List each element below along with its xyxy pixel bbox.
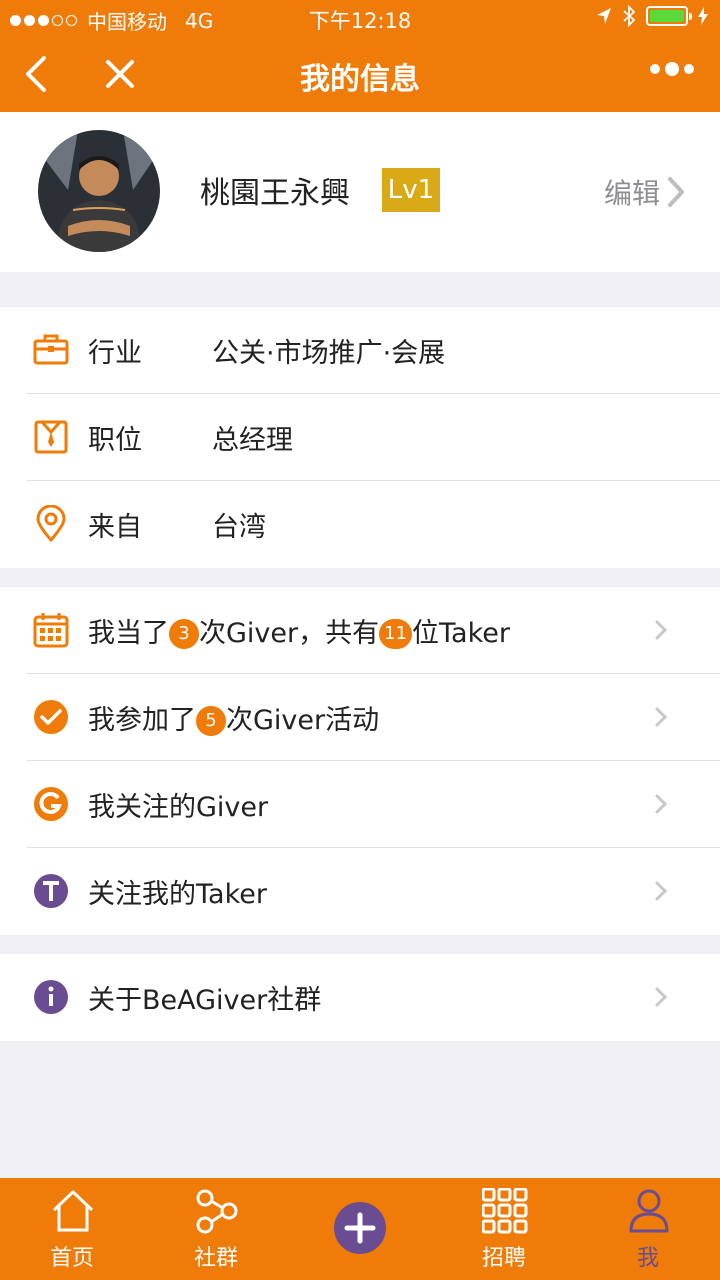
stats-list: 我当了 3 次Giver，共有 11 位Taker 我参加了 5 次Giver活动 我关注的…	[0, 587, 720, 935]
tab-jobs[interactable]: 招聘	[444, 1178, 564, 1280]
tab-label: 我	[636, 1246, 659, 1271]
followers-label: 关注我的Taker	[88, 879, 267, 910]
origin-row: 来自 台湾	[26, 481, 720, 568]
info-value: 台湾	[212, 512, 266, 543]
count-badge: 5	[196, 706, 226, 736]
share-nodes-icon	[196, 1189, 238, 1234]
profile-card: 桃園王永興 Lv1 编辑	[0, 112, 720, 272]
chevron-right-icon	[668, 177, 684, 207]
taker-t-icon	[34, 874, 68, 908]
level-badge: Lv1	[382, 168, 440, 212]
chevron-right-icon	[655, 707, 668, 727]
home-icon	[52, 1190, 94, 1232]
battery-icon	[646, 6, 692, 26]
giver-count-row[interactable]: 我当了 3 次Giver，共有 11 位Taker	[26, 587, 720, 674]
count-badge: 3	[169, 619, 199, 649]
chevron-right-icon	[655, 881, 668, 901]
profile-name: 桃園王永興	[200, 176, 350, 211]
person-icon	[629, 1189, 669, 1233]
location-arrow-icon	[597, 8, 611, 24]
info-label: 职位	[88, 425, 142, 456]
about-row[interactable]: 关于BeAGiver社群	[26, 954, 720, 1041]
following-row[interactable]: 我关注的Giver	[26, 761, 720, 848]
edit-label: 编辑	[603, 177, 660, 210]
info-icon	[34, 980, 68, 1014]
nav-bar: 我的信息	[0, 36, 720, 112]
briefcase-icon	[33, 334, 69, 365]
industry-row: 行业 公关·市场推广·会展	[26, 307, 720, 394]
info-label: 来自	[88, 512, 142, 543]
chevron-right-icon	[655, 794, 668, 814]
count-badge: 11	[379, 619, 413, 649]
tab-label: 首页	[49, 1246, 94, 1271]
info-label: 行业	[88, 338, 142, 369]
location-pin-icon	[36, 505, 66, 543]
chevron-right-icon	[655, 620, 668, 640]
chevron-right-icon	[655, 987, 668, 1007]
events-text: 我参加了 5 次Giver活动	[88, 705, 380, 736]
info-value: 总经理	[212, 425, 293, 456]
more-button[interactable]	[650, 62, 694, 76]
add-button[interactable]	[334, 1202, 386, 1254]
grid-icon	[482, 1188, 528, 1234]
bluetooth-icon	[623, 5, 636, 27]
info-value: 公关·市场推广·会展	[212, 338, 446, 369]
giver-g-icon	[34, 787, 68, 821]
plus-icon	[344, 1212, 376, 1244]
status-bar: 中国移动 4G 下午12:18	[0, 0, 720, 36]
events-row[interactable]: 我参加了 5 次Giver活动	[26, 674, 720, 761]
tab-me[interactable]: 我	[588, 1178, 708, 1280]
followers-row[interactable]: 关注我的Taker	[26, 848, 720, 935]
shirt-tie-icon	[34, 420, 68, 454]
check-circle-icon	[34, 700, 68, 734]
info-list: 行业 公关·市场推广·会展 职位 总经理 来自 台湾	[0, 307, 720, 568]
about-list: 关于BeAGiver社群	[0, 954, 720, 1041]
tab-bar: 首页 社群 招聘 我	[0, 1178, 720, 1280]
tab-home[interactable]: 首页	[12, 1178, 132, 1280]
tab-label: 社群	[193, 1246, 238, 1271]
tab-label: 招聘	[481, 1246, 526, 1271]
position-row: 职位 总经理	[26, 394, 720, 481]
about-label: 关于BeAGiver社群	[88, 985, 322, 1016]
avatar[interactable]	[38, 130, 160, 252]
page-title: 我的信息	[300, 62, 420, 97]
charging-icon	[698, 7, 708, 25]
edit-profile-button[interactable]: 编辑	[604, 172, 686, 212]
giver-count-text: 我当了 3 次Giver，共有 11 位Taker	[88, 618, 510, 649]
following-label: 我关注的Giver	[88, 792, 269, 823]
tab-community[interactable]: 社群	[156, 1178, 276, 1280]
calendar-icon	[33, 613, 69, 648]
